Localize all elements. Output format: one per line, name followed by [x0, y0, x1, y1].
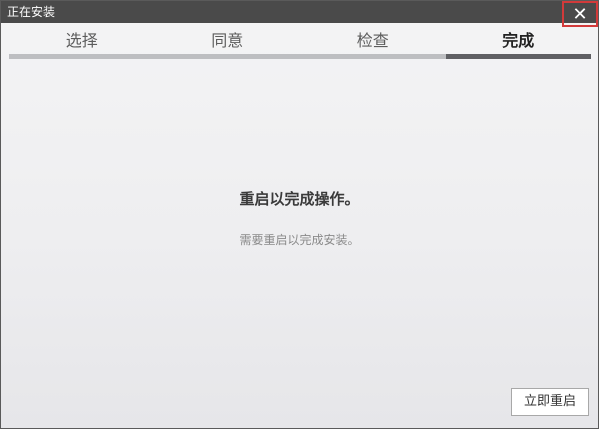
step-check-bar — [300, 54, 446, 59]
step-agree-label: 同意 — [211, 31, 244, 50]
step-check-label: 检查 — [356, 31, 389, 50]
restart-message-title: 重启以完成操作。 — [239, 190, 360, 208]
close-icon: ✕ — [572, 3, 588, 25]
step-agree-bar — [154, 54, 300, 59]
step-agree: 同意 — [154, 23, 300, 59]
step-finish-label: 完成 — [502, 31, 535, 50]
step-finish-bar — [445, 54, 591, 59]
step-check: 检查 — [300, 23, 446, 59]
step-select-label: 选择 — [65, 31, 98, 50]
window-title: 正在安装 — [7, 5, 56, 19]
step-finish: 完成 — [445, 23, 591, 59]
step-progress: 选择 同意 检查 完成 — [9, 23, 591, 59]
title-bar: 正在安装 ✕ — [1, 1, 598, 27]
step-select-bar — [9, 54, 155, 59]
restart-message-subtitle: 需要重启以完成安装。 — [239, 233, 360, 247]
step-select: 选择 — [9, 23, 155, 59]
installer-window: 正在安装 ✕ 选择 同意 检查 完成 重启以完成操作。 需要重启以完成安装。 立… — [0, 0, 599, 429]
restart-now-button[interactable]: 立即重启 — [511, 388, 589, 416]
